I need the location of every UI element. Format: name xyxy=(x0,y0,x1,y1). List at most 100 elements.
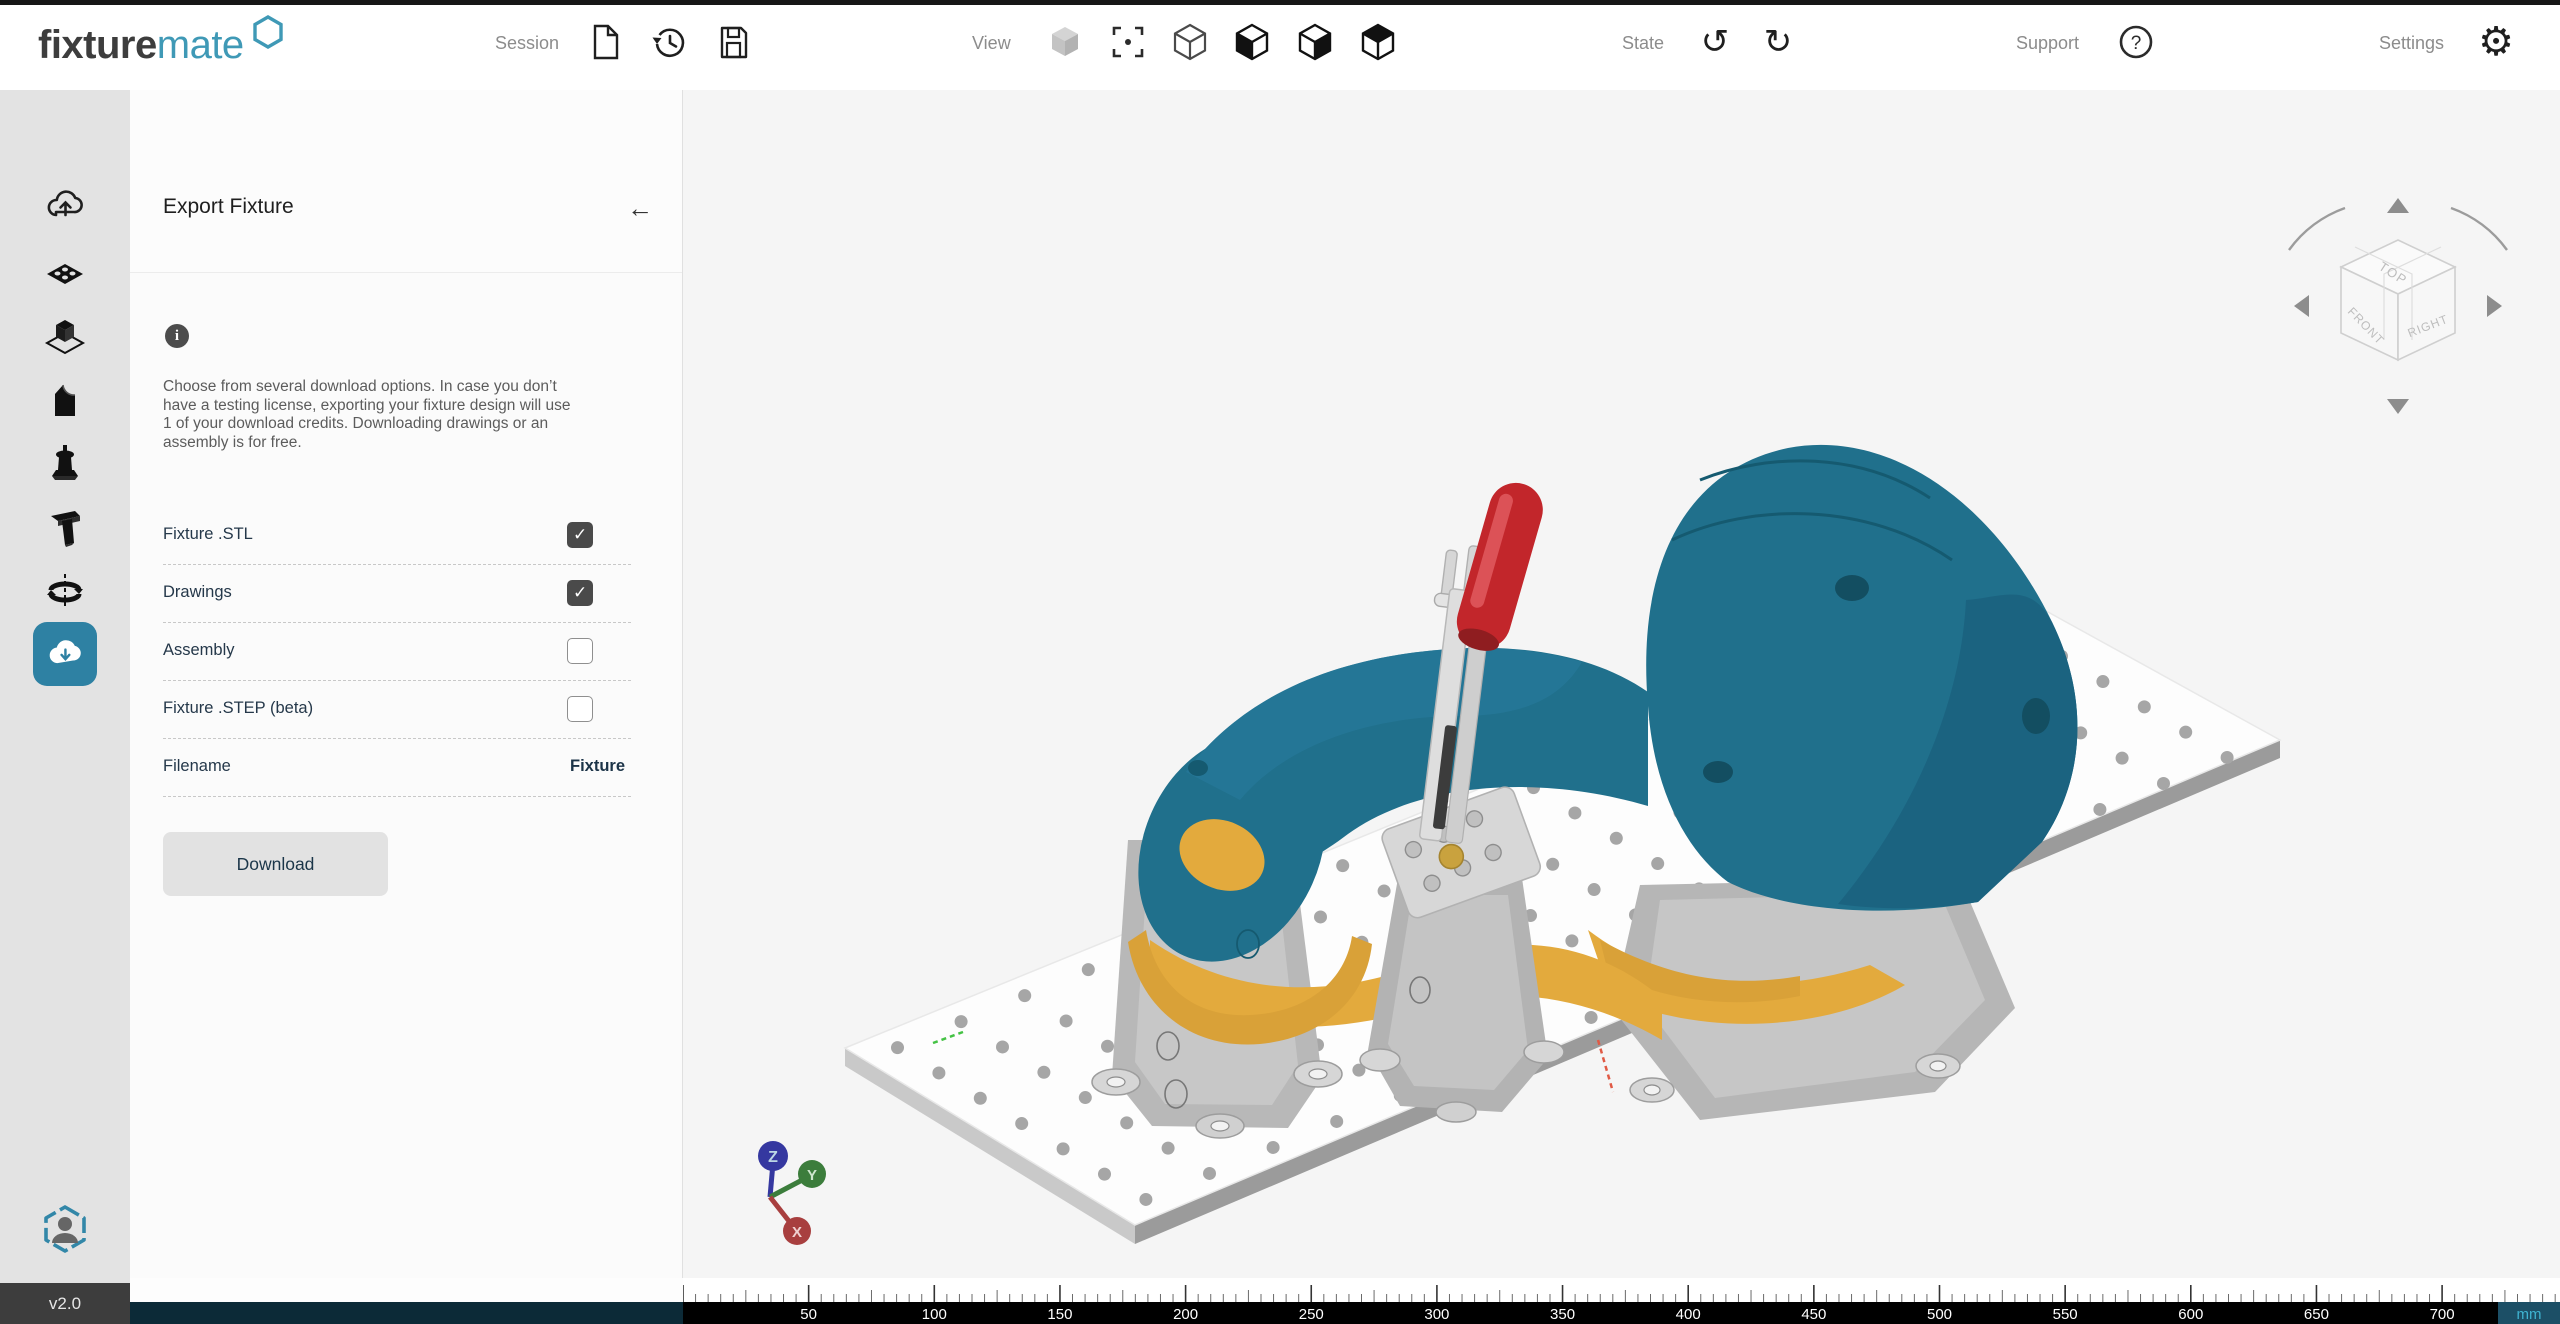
sidebar-item-upload-model[interactable] xyxy=(42,184,88,230)
settings-label: Settings xyxy=(2379,33,2444,54)
gear-icon: ⚙ xyxy=(2478,20,2514,64)
back-button[interactable]: ← xyxy=(618,188,662,228)
redo-button[interactable]: ↻ xyxy=(1756,20,1800,64)
svg-text:650: 650 xyxy=(2304,1306,2329,1323)
profile-icon xyxy=(37,1202,93,1258)
sidebar-item-supports[interactable] xyxy=(42,376,88,422)
option-row-drawings: Drawings xyxy=(163,565,631,623)
svg-text:450: 450 xyxy=(1801,1306,1826,1323)
right-view-button[interactable] xyxy=(1293,20,1337,64)
new-file-icon xyxy=(583,20,627,64)
axis-z-label: Z xyxy=(768,1149,778,1166)
download-button-label: Download xyxy=(237,854,315,875)
svg-text:600: 600 xyxy=(2178,1306,2203,1323)
filename-label: Filename xyxy=(163,757,231,776)
view-cube-arrow-left[interactable] xyxy=(2294,295,2309,317)
wireframe-cube-icon xyxy=(1168,20,1212,64)
svg-text:550: 550 xyxy=(2053,1306,2078,1323)
svg-text:350: 350 xyxy=(1550,1306,1575,1323)
top-view-button[interactable] xyxy=(1356,20,1400,64)
svg-text:200: 200 xyxy=(1173,1306,1198,1323)
svg-text:300: 300 xyxy=(1424,1306,1449,1323)
save-session-button[interactable] xyxy=(711,20,755,64)
cloud-download-icon xyxy=(45,634,85,674)
scene-3d: S 1 xyxy=(683,90,2560,1278)
svg-text:500: 500 xyxy=(1927,1306,1952,1323)
session-history-button[interactable] xyxy=(648,20,692,64)
top-view-cube-icon xyxy=(1356,20,1400,64)
axis-triad: Z Y X xyxy=(758,1141,826,1245)
help-button[interactable]: ? xyxy=(2114,20,2158,64)
view-cube-arc-right[interactable] xyxy=(2451,208,2507,250)
fit-view-button[interactable] xyxy=(1106,20,1150,64)
svg-text:250: 250 xyxy=(1299,1306,1324,1323)
sidebar-item-base-plate[interactable] xyxy=(42,248,88,294)
fixture-stl-checkbox[interactable] xyxy=(567,522,593,548)
panel-title: Export Fixture xyxy=(163,195,294,219)
history-icon xyxy=(648,20,692,64)
option-row-fixture-stl: Fixture .STL xyxy=(163,507,631,565)
view-cube-arrow-down[interactable] xyxy=(2387,399,2409,414)
state-label: State xyxy=(1622,33,1664,54)
option-row-fixture-step: Fixture .STEP (beta) xyxy=(163,681,631,739)
undo-icon: ↺ xyxy=(1701,20,1730,64)
redo-icon: ↻ xyxy=(1764,20,1793,64)
sidebar-item-export-active[interactable] xyxy=(33,622,97,686)
sidebar-item-part-setup[interactable] xyxy=(42,312,88,358)
base-plate-icon xyxy=(42,248,88,294)
sidebar-item-clamps[interactable] xyxy=(42,440,88,486)
version-label: v2.0 xyxy=(49,1294,81,1314)
toggle-clamp-icon xyxy=(42,440,88,486)
undo-button[interactable]: ↺ xyxy=(1693,20,1737,64)
help-icon: ? xyxy=(2114,20,2158,64)
sidebar-item-stops[interactable] xyxy=(42,504,88,550)
support-nest-icon xyxy=(42,376,88,422)
export-panel-header: Export Fixture ← xyxy=(130,90,682,273)
scale-ruler: 5010015020025030035040045050055060065070… xyxy=(683,1278,2560,1324)
filename-row: Filename Fixture xyxy=(163,739,631,797)
tool-sidebar xyxy=(0,90,130,1283)
version-bar: v2.0 xyxy=(0,1283,130,1324)
svg-text:?: ? xyxy=(2131,33,2142,54)
info-icon: i xyxy=(165,324,189,348)
view-cube-arc-left[interactable] xyxy=(2289,208,2345,250)
navy-bottom-strip xyxy=(130,1302,683,1324)
app-logo: fixturemate xyxy=(38,23,244,68)
workpiece-drum[interactable] xyxy=(1646,445,2077,911)
front-view-button[interactable] xyxy=(1230,20,1274,64)
save-icon xyxy=(711,20,755,64)
axis-x-label: X xyxy=(792,1224,802,1241)
view-cube-arrow-right[interactable] xyxy=(2487,295,2502,317)
orange-reference-dash xyxy=(1598,1040,1613,1092)
fixture-step-checkbox[interactable] xyxy=(567,696,593,722)
shaded-cube-icon xyxy=(1043,20,1087,64)
svg-text:400: 400 xyxy=(1676,1306,1701,1323)
t-bracket-icon xyxy=(42,504,88,550)
viewport-3d[interactable]: S 1 xyxy=(683,90,2560,1278)
filename-value[interactable]: Fixture xyxy=(570,757,625,776)
sidebar-item-rotate[interactable] xyxy=(42,568,88,614)
part-on-plate-icon xyxy=(42,312,88,358)
clamp-red-handle[interactable] xyxy=(1450,476,1549,656)
profile-button[interactable] xyxy=(33,1198,97,1262)
new-session-button[interactable] xyxy=(583,20,627,64)
logo-text-primary: fixture xyxy=(38,23,157,67)
isometric-view-button[interactable] xyxy=(1168,20,1212,64)
ruler-svg: 5010015020025030035040045050055060065070… xyxy=(683,1278,2560,1324)
option-row-assembly: Assembly xyxy=(163,623,631,681)
export-panel: Export Fixture ← i Choose from several d… xyxy=(130,90,683,1302)
drawings-checkbox[interactable] xyxy=(567,580,593,606)
view-label: View xyxy=(972,33,1011,54)
back-arrow-icon: ← xyxy=(627,193,653,223)
download-button[interactable]: Download xyxy=(163,832,388,896)
assembly-checkbox[interactable] xyxy=(567,638,593,664)
view-cube-arrow-up[interactable] xyxy=(2387,198,2409,213)
export-options-list: Fixture .STL Drawings Assembly Fixture .… xyxy=(163,507,631,797)
shaded-view-button[interactable] xyxy=(1043,20,1087,64)
fixturemate-app: fixturemate Session View xyxy=(0,0,2560,1324)
logo-hexagon-icon xyxy=(248,13,288,53)
svg-text:700: 700 xyxy=(2430,1306,2455,1323)
rotate-icon xyxy=(42,568,88,614)
settings-button[interactable]: ⚙ xyxy=(2474,20,2518,64)
view-cube[interactable]: TOP FRONT RIGHT xyxy=(2289,198,2507,414)
